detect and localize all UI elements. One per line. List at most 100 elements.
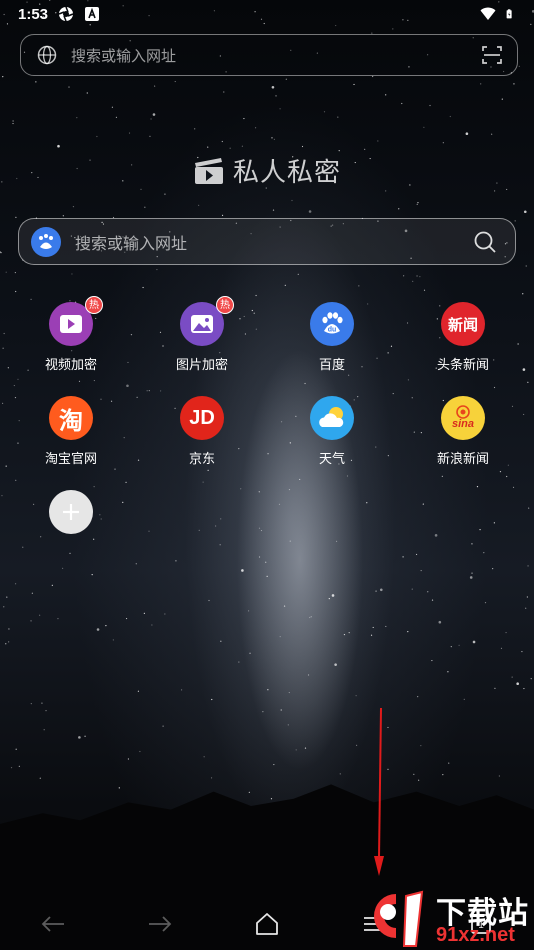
star <box>152 113 156 116</box>
star <box>258 527 261 529</box>
star <box>480 83 482 85</box>
star <box>127 361 129 364</box>
star <box>407 379 409 381</box>
star <box>40 536 42 538</box>
star <box>463 698 465 700</box>
star <box>136 396 138 398</box>
star <box>530 678 532 680</box>
shortcut-video-encrypt[interactable]: 热 视频加密 <box>16 296 126 373</box>
star <box>151 624 153 626</box>
star <box>471 543 473 545</box>
star <box>137 690 140 692</box>
toutiao-icon-text: 新闻 <box>447 315 478 334</box>
home-button[interactable] <box>247 904 287 944</box>
watermark-bottom-text: 91xz.net <box>436 924 515 946</box>
star <box>304 382 306 385</box>
address-bar[interactable]: 搜索或输入网址 <box>20 34 518 76</box>
star <box>323 111 326 113</box>
shortcut-toutiao[interactable]: 新闻 头条新闻 <box>408 302 518 373</box>
star <box>328 597 330 600</box>
star <box>93 486 95 488</box>
star <box>479 529 481 531</box>
shortcut-taobao[interactable]: 淘 淘宝官网 <box>16 396 126 467</box>
star <box>339 773 341 775</box>
star <box>14 271 16 274</box>
star <box>494 687 496 689</box>
star <box>68 86 70 88</box>
star <box>118 787 120 789</box>
star <box>35 81 37 83</box>
star <box>273 138 275 140</box>
star <box>291 199 293 202</box>
star <box>137 459 140 461</box>
star <box>420 569 422 572</box>
star <box>522 368 526 371</box>
shortcut-baidu[interactable]: du 百度 <box>277 302 387 373</box>
star <box>221 140 223 143</box>
star <box>221 214 224 216</box>
star <box>278 503 281 505</box>
star <box>392 28 394 30</box>
star <box>15 479 17 481</box>
star <box>139 750 141 753</box>
star <box>442 774 444 776</box>
star <box>337 116 339 118</box>
star <box>12 120 14 122</box>
star <box>348 632 350 634</box>
star <box>18 765 20 767</box>
star <box>198 529 200 531</box>
forward-button[interactable] <box>140 904 180 944</box>
star <box>295 749 297 751</box>
shortcut-label: 天气 <box>318 452 345 467</box>
shortcut-label: 淘宝官网 <box>44 452 97 467</box>
star <box>403 275 405 277</box>
shortcut-jd[interactable]: JD 京东 <box>147 396 257 467</box>
star <box>417 202 419 204</box>
star <box>420 744 422 747</box>
star <box>2 347 4 349</box>
star <box>280 709 282 711</box>
search-box[interactable]: 搜索或输入网址 <box>18 218 516 265</box>
star <box>111 106 114 108</box>
shortcut-image-encrypt[interactable]: 热 图片加密 <box>147 296 257 373</box>
star <box>518 65 520 67</box>
star <box>494 190 496 192</box>
scan-icon[interactable] <box>481 44 503 66</box>
star <box>415 553 418 556</box>
star <box>525 265 527 267</box>
star <box>1 495 3 497</box>
star <box>469 576 473 579</box>
star <box>289 540 291 542</box>
star <box>6 596 8 598</box>
star <box>202 481 204 483</box>
star <box>283 605 286 607</box>
star <box>219 544 221 546</box>
star <box>416 203 418 205</box>
red-arrow-annotation <box>374 708 384 876</box>
star <box>241 145 243 147</box>
star <box>240 488 242 490</box>
a-app-icon <box>85 7 100 21</box>
jd-icon-text: JD <box>189 406 215 429</box>
star <box>135 563 137 565</box>
baidu-engine-icon[interactable] <box>31 226 61 257</box>
shortcut-sina[interactable]: sina 新浪新闻 <box>408 396 518 467</box>
star <box>266 575 268 577</box>
star <box>43 729 45 731</box>
search-icon[interactable] <box>473 230 497 254</box>
star <box>387 455 389 457</box>
star <box>2 76 4 78</box>
star <box>93 379 95 382</box>
star <box>10 766 13 769</box>
shortcut-weather[interactable]: 天气 <box>277 396 387 467</box>
star <box>148 530 150 532</box>
star <box>174 80 176 83</box>
star <box>483 552 485 554</box>
add-shortcut-button[interactable] <box>16 490 126 534</box>
star <box>505 631 507 634</box>
star <box>78 736 81 739</box>
back-button[interactable] <box>33 904 73 944</box>
star <box>91 574 93 576</box>
battery-icon <box>506 9 512 19</box>
star <box>149 135 151 137</box>
